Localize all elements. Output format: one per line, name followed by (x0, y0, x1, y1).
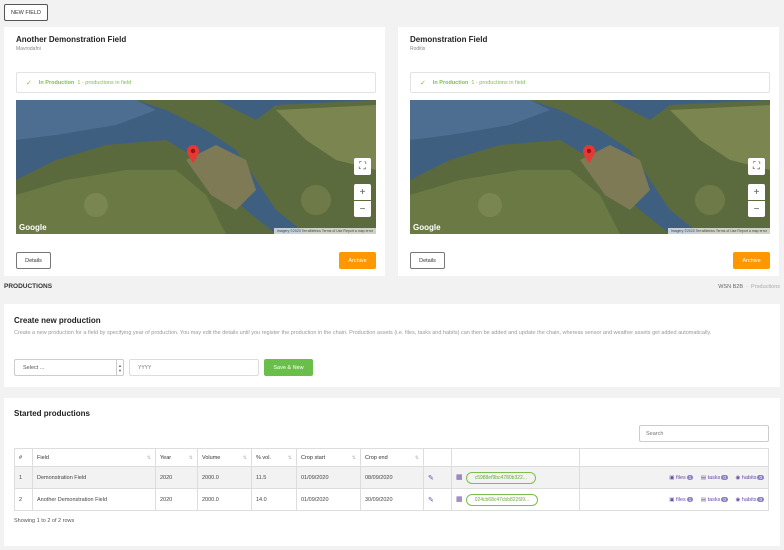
zoom-out-button[interactable]: − (354, 201, 371, 217)
status-text: 1 - productions in field (471, 79, 526, 86)
zoom-in-button[interactable]: + (354, 184, 371, 200)
column-header (579, 448, 769, 467)
started-productions-panel: Started productions # Field⇅ Year⇅ Volum… (4, 398, 780, 546)
satellite-map[interactable]: ⛶ + − Google Imagery ©2020 TerraMetrics … (410, 100, 770, 234)
row-vol-pct: 11.5 (251, 466, 297, 489)
row-field: Another Demonstration Field (32, 488, 156, 511)
field-variety: Roditis (410, 46, 426, 52)
column-header[interactable]: Volume ⇅ (197, 448, 252, 467)
breadcrumb: WSN B2B · Productions (718, 284, 780, 290)
column-header[interactable]: Crop end ⇅ (360, 448, 424, 467)
productions-table: # Field ⇅ Year ⇅ Volume ⇅ % vol. ⇅ Crop star… (14, 448, 769, 511)
grid-icon[interactable]: ▦ (456, 474, 463, 481)
year-input[interactable] (129, 359, 259, 376)
breadcrumb-current: Productions (750, 284, 780, 290)
archive-button[interactable]: Archive (339, 252, 376, 269)
row-year: 2020 (155, 488, 198, 511)
production-status: ✓ In Production 1 - productions in field (410, 72, 770, 93)
zoom-in-button[interactable]: + (748, 184, 765, 200)
production-status: ✓ In Production 1 - productions in field (16, 72, 376, 93)
column-header[interactable]: # (14, 448, 33, 467)
map-attribution[interactable]: Imagery ©2020 TerraMetrics Terms of Use … (273, 228, 376, 234)
habits-link[interactable]: ◉ habits 0 (735, 474, 764, 481)
zoom-out-button[interactable]: − (748, 201, 765, 217)
status-label: In Production (38, 79, 75, 86)
field-title: Another Demonstration Field (16, 35, 127, 44)
field-card: Another Demonstration Field Mavrodafni ✓… (4, 27, 385, 276)
edit-icon[interactable]: ✎ (428, 497, 434, 504)
panel-title: Create new production (14, 316, 101, 325)
search-input[interactable] (639, 425, 769, 442)
row-year: 2020 (155, 466, 198, 489)
details-button[interactable]: Details (16, 252, 51, 269)
chevron-down-icon: ▲ ▼ (116, 360, 123, 375)
satellite-map[interactable]: ⛶ + − Google Imagery ©2020 TerraMetrics … (16, 100, 376, 234)
google-logo: Google (413, 223, 441, 232)
field-title: Demonstration Field (410, 35, 488, 44)
column-header (423, 448, 452, 467)
pagination-info: Showing 1 to 2 of 2 rows (14, 518, 75, 524)
row-volume: 2000.0 (197, 488, 252, 511)
row-vol-pct: 14.0 (251, 488, 297, 511)
column-header (451, 448, 580, 467)
archive-button[interactable]: Archive (733, 252, 770, 269)
tasks-link[interactable]: ▤ tasks 0 (701, 474, 728, 481)
status-label: In Production (432, 79, 469, 86)
map-pin-icon[interactable] (187, 145, 199, 163)
fullscreen-icon[interactable]: ⛶ (354, 158, 371, 175)
grid-icon[interactable]: ▦ (456, 496, 463, 503)
panel-description: Create a new production for a field by s… (14, 330, 712, 336)
map-pin-icon[interactable] (583, 145, 595, 163)
row-crop-start: 01/09/2020 (296, 466, 361, 489)
table-row: 2 Another Demonstration Field 2020 2000.… (14, 488, 769, 511)
column-header[interactable]: Crop start ⇅ (296, 448, 361, 467)
save-new-button[interactable]: Save & New (264, 359, 313, 376)
row-number: 1 (14, 466, 33, 489)
tasks-link[interactable]: ▤ tasks 0 (701, 496, 728, 503)
create-production-panel: Create new production Create a new produ… (4, 304, 780, 387)
chain-hash[interactable]: c5988ef9bc4780b322... (465, 471, 536, 484)
row-number: 2 (14, 488, 33, 511)
habits-link[interactable]: ◉ habits 0 (735, 496, 764, 503)
productions-heading: PRODUCTIONS (4, 283, 53, 290)
field-select-value: Select ... (23, 364, 45, 371)
column-header[interactable]: Field ⇅ (32, 448, 156, 467)
edit-icon[interactable]: ✎ (428, 475, 434, 482)
row-crop-end: 08/09/2020 (360, 466, 424, 489)
field-card: Demonstration Field Roditis ✓ In Product… (398, 27, 779, 276)
column-header[interactable]: % vol. ⇅ (251, 448, 297, 467)
breadcrumb-home[interactable]: WSN B2B (718, 284, 743, 290)
details-button[interactable]: Details (410, 252, 445, 269)
new-field-button[interactable]: NEW FIELD (4, 4, 48, 21)
field-select[interactable]: Select ... ▲ ▼ (14, 359, 124, 376)
field-variety: Mavrodafni (16, 46, 41, 52)
chain-hash[interactable]: 024cb68c47cbb8226l9... (465, 493, 539, 506)
files-link[interactable]: ▣ files 1 (669, 496, 694, 503)
breadcrumb-separator: · (744, 284, 750, 290)
row-crop-start: 01/09/2020 (296, 488, 361, 511)
status-text: 1 - productions in field (77, 79, 132, 86)
google-logo: Google (19, 223, 47, 232)
row-volume: 2000.0 (197, 466, 252, 489)
check-icon: ✓ (26, 79, 32, 87)
column-header[interactable]: Year ⇅ (155, 448, 198, 467)
row-crop-end: 30/09/2020 (360, 488, 424, 511)
files-link[interactable]: ▣ files 1 (669, 474, 694, 481)
table-row: 1 Demonstration Field 2020 2000.0 11.5 0… (14, 466, 769, 489)
check-icon: ✓ (420, 79, 426, 87)
row-field: Demonstration Field (32, 466, 156, 489)
fullscreen-icon[interactable]: ⛶ (748, 158, 765, 175)
map-attribution[interactable]: Imagery ©2020 TerraMetrics Terms of Use … (667, 228, 770, 234)
panel-title: Started productions (14, 409, 91, 418)
